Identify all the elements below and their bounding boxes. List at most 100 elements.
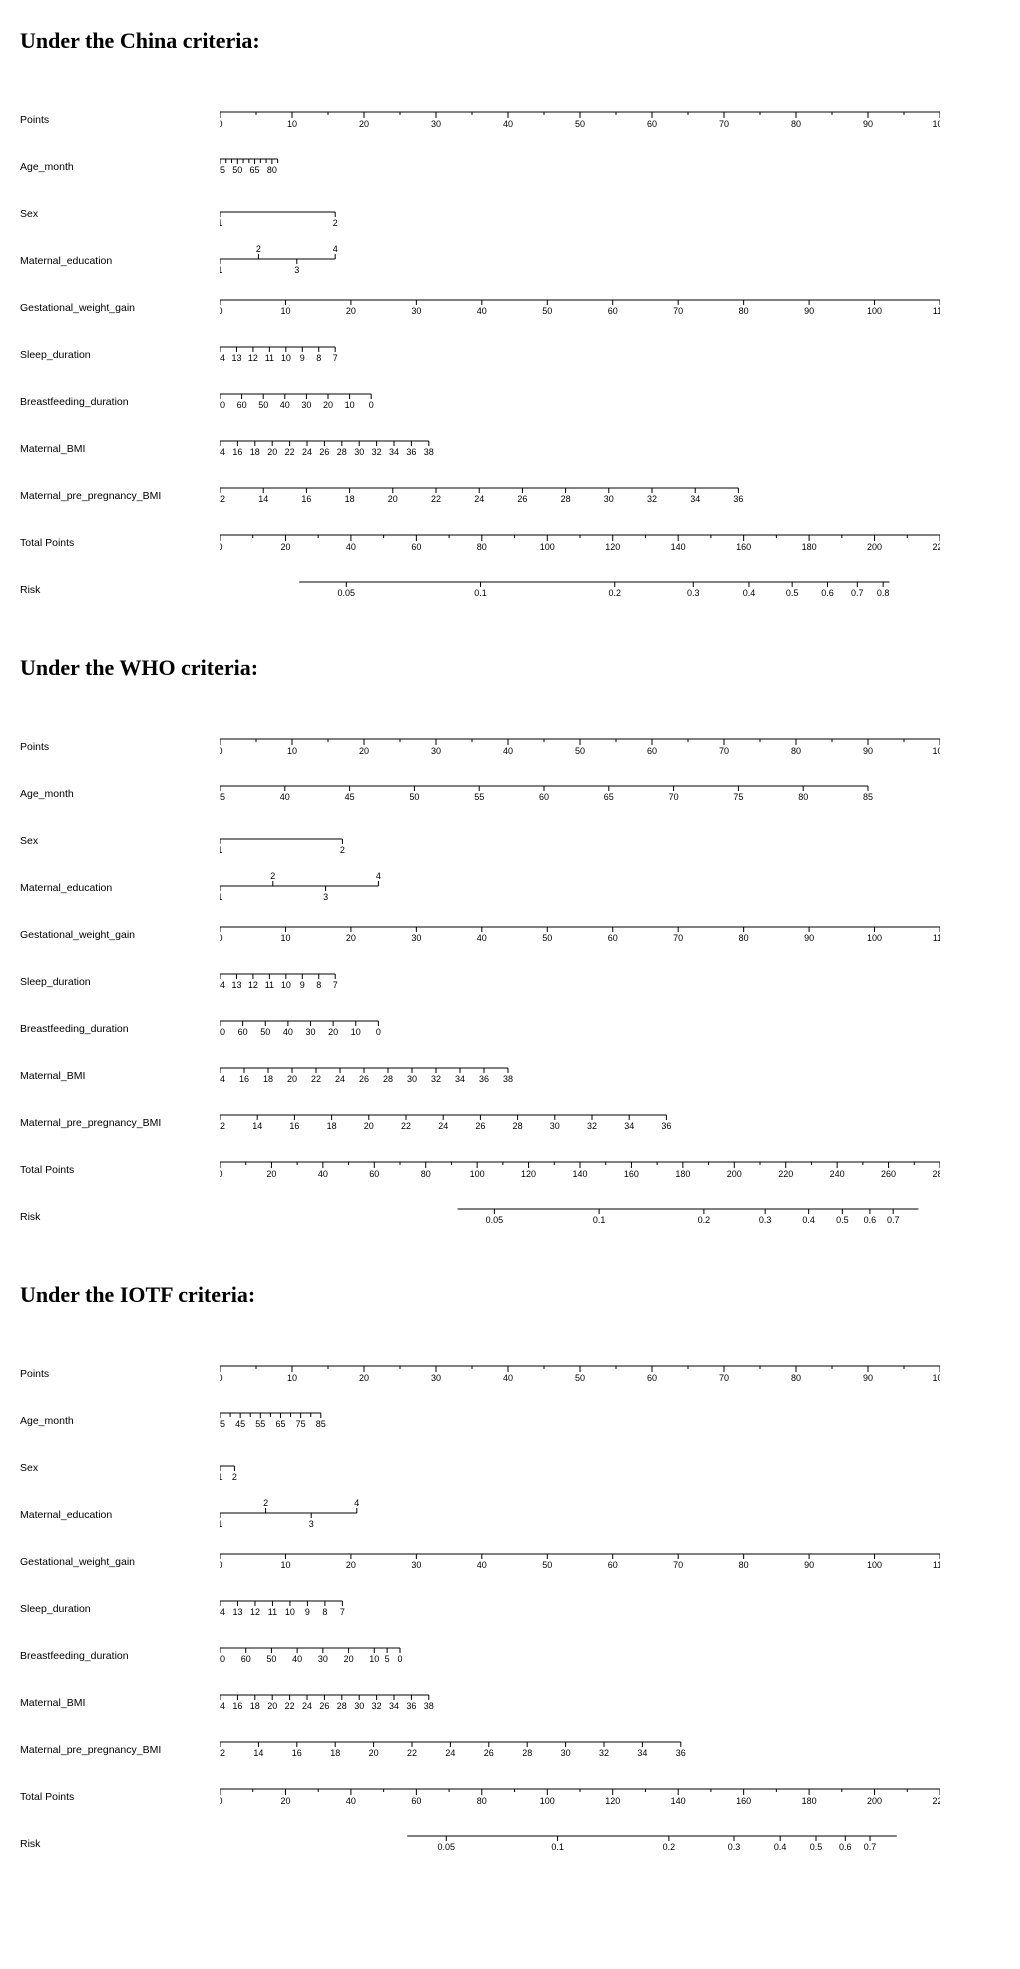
svg-text:70: 70 xyxy=(669,792,679,802)
svg-text:70: 70 xyxy=(673,933,683,943)
svg-text:12: 12 xyxy=(250,1607,260,1617)
svg-text:20: 20 xyxy=(346,1560,356,1570)
nomogram-row: Sleep_duration1413121110987 xyxy=(20,339,1000,370)
svg-text:0.4: 0.4 xyxy=(774,1842,787,1852)
svg-text:18: 18 xyxy=(263,1074,273,1084)
svg-text:50: 50 xyxy=(542,1560,552,1570)
svg-text:11: 11 xyxy=(265,353,274,363)
svg-text:10: 10 xyxy=(287,119,297,129)
svg-text:50: 50 xyxy=(258,400,268,410)
svg-text:40: 40 xyxy=(280,792,290,802)
svg-text:100: 100 xyxy=(932,119,940,129)
nomogram-row: Total Points0204060801001201401601802002… xyxy=(20,1781,1000,1812)
svg-text:0.3: 0.3 xyxy=(687,588,700,598)
row-label: Age_month xyxy=(20,151,220,173)
axis-svg: 020406080100120140160180200220 xyxy=(220,527,940,555)
svg-text:90: 90 xyxy=(863,1373,873,1383)
svg-text:26: 26 xyxy=(319,447,329,457)
svg-text:16: 16 xyxy=(289,1121,299,1131)
axis-svg: 706050403020100 xyxy=(220,1013,940,1041)
svg-text:100: 100 xyxy=(540,1796,555,1806)
svg-text:0: 0 xyxy=(220,1169,223,1179)
row-label: Maternal_BMI xyxy=(20,1687,220,1709)
svg-text:40: 40 xyxy=(292,1654,302,1664)
svg-text:1: 1 xyxy=(220,218,223,226)
svg-text:160: 160 xyxy=(736,542,751,552)
svg-text:26: 26 xyxy=(475,1121,485,1131)
svg-text:200: 200 xyxy=(867,1796,882,1806)
axis: 0.050.10.20.30.40.50.60.70.8 xyxy=(220,574,1000,605)
svg-text:1: 1 xyxy=(220,1472,223,1480)
svg-text:60: 60 xyxy=(369,1169,379,1179)
svg-text:38: 38 xyxy=(503,1074,513,1084)
svg-text:110: 110 xyxy=(933,1560,940,1570)
svg-text:45: 45 xyxy=(345,792,355,802)
svg-text:10: 10 xyxy=(287,746,297,756)
svg-text:22: 22 xyxy=(311,1074,321,1084)
svg-text:32: 32 xyxy=(431,1074,441,1084)
svg-text:4: 4 xyxy=(354,1499,359,1508)
svg-text:20: 20 xyxy=(267,447,277,457)
svg-text:22: 22 xyxy=(431,494,441,504)
svg-text:2: 2 xyxy=(333,218,338,226)
svg-text:40: 40 xyxy=(477,306,487,316)
row-label: Age_month xyxy=(20,778,220,800)
row-label: Sleep_duration xyxy=(20,966,220,988)
svg-text:0.5: 0.5 xyxy=(810,1842,823,1852)
svg-text:13: 13 xyxy=(231,353,241,363)
axis-svg: 0102030405060708090100110 xyxy=(220,919,940,947)
svg-text:12: 12 xyxy=(248,353,258,363)
svg-text:20: 20 xyxy=(328,1027,338,1037)
svg-text:8: 8 xyxy=(316,980,321,990)
axis-svg: 1413121110987 xyxy=(220,966,940,994)
svg-text:75: 75 xyxy=(296,1419,306,1429)
axis-svg: 14161820222426283032343638 xyxy=(220,1687,940,1715)
svg-text:8: 8 xyxy=(316,353,321,363)
axis: 020406080100120140160180200220 xyxy=(220,1781,1000,1812)
svg-text:16: 16 xyxy=(232,447,242,457)
svg-text:40: 40 xyxy=(283,1027,293,1037)
svg-text:30: 30 xyxy=(411,1560,421,1570)
nomogram: Points0102030405060708090100Age_month354… xyxy=(20,1358,1000,1859)
svg-text:20: 20 xyxy=(369,1748,379,1758)
section-title: Under the WHO criteria: xyxy=(20,655,1000,681)
svg-text:60: 60 xyxy=(411,542,421,552)
svg-text:35: 35 xyxy=(220,792,225,802)
svg-text:30: 30 xyxy=(561,1748,571,1758)
nomogram-row: Total Points0204060801001201401601802002… xyxy=(20,527,1000,558)
svg-text:11: 11 xyxy=(265,980,274,990)
svg-text:70: 70 xyxy=(719,746,729,756)
nomogram-row: Maternal_pre_pregnancy_BMI12141618202224… xyxy=(20,1107,1000,1138)
axis: 706050403020100 xyxy=(220,1013,1000,1044)
row-label: Points xyxy=(20,1358,220,1380)
row-label: Maternal_education xyxy=(20,872,220,894)
row-label: Sex xyxy=(20,825,220,847)
svg-text:20: 20 xyxy=(359,746,369,756)
svg-text:180: 180 xyxy=(675,1169,690,1179)
row-label: Sex xyxy=(20,1452,220,1474)
svg-text:9: 9 xyxy=(300,980,305,990)
svg-text:160: 160 xyxy=(624,1169,639,1179)
axis-svg: 020406080100120140160180200220 xyxy=(220,1781,940,1809)
svg-text:0.05: 0.05 xyxy=(338,588,356,598)
svg-text:90: 90 xyxy=(863,119,873,129)
svg-text:32: 32 xyxy=(372,447,382,457)
svg-text:60: 60 xyxy=(608,933,618,943)
nomogram-row: Risk0.050.10.20.30.40.50.60.7 xyxy=(20,1201,1000,1232)
row-label: Points xyxy=(20,104,220,126)
axis-svg: 706050403020100 xyxy=(220,386,940,414)
svg-text:7: 7 xyxy=(340,1607,345,1617)
axis-svg: 0102030405060708090100 xyxy=(220,1358,940,1386)
nomogram: Points0102030405060708090100Age_month355… xyxy=(20,104,1000,605)
axis: 12 xyxy=(220,825,1000,856)
svg-text:0.2: 0.2 xyxy=(663,1842,676,1852)
svg-text:14: 14 xyxy=(220,1607,225,1617)
svg-text:60: 60 xyxy=(608,306,618,316)
svg-text:120: 120 xyxy=(605,542,620,552)
svg-text:20: 20 xyxy=(266,1169,276,1179)
section-title: Under the IOTF criteria: xyxy=(20,1282,1000,1308)
svg-text:90: 90 xyxy=(804,1560,814,1570)
svg-text:40: 40 xyxy=(318,1169,328,1179)
svg-text:24: 24 xyxy=(335,1074,345,1084)
svg-text:60: 60 xyxy=(539,792,549,802)
